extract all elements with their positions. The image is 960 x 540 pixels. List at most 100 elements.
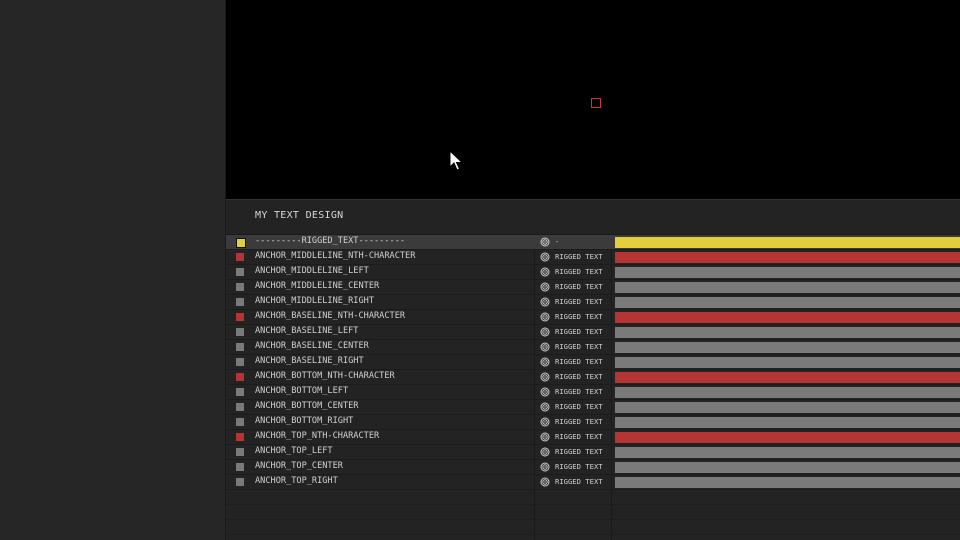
layer-row[interactable]: ANCHOR_TOP_NTH-CHARACTER RIGGED TEXT [226,430,960,445]
layer-parent[interactable]: RIGGED TEXT [555,417,603,426]
layer-name[interactable]: ANCHOR_BOTTOM_NTH-CHARACTER [255,371,395,381]
layer-parent[interactable]: RIGGED TEXT [555,297,603,306]
layer-parent[interactable]: - [555,237,559,246]
pickwhip-icon[interactable] [540,237,550,247]
layer-duration-bar[interactable] [615,252,960,263]
layer-row[interactable]: ANCHOR_BOTTOM_RIGHT RIGGED TEXT [226,415,960,430]
layer-name[interactable]: ANCHOR_MIDDLELINE_LEFT [255,266,369,276]
layer-row[interactable]: ANCHOR_MIDDLELINE_RIGHT RIGGED TEXT [226,295,960,310]
layer-parent[interactable]: RIGGED TEXT [555,252,603,261]
pickwhip-icon[interactable] [540,252,550,262]
layer-duration-bar[interactable] [615,357,960,368]
layer-label-color-swatch[interactable] [236,448,244,456]
layer-name[interactable]: ANCHOR_MIDDLELINE_RIGHT [255,296,374,306]
layer-name[interactable]: ANCHOR_TOP_NTH-CHARACTER [255,431,379,441]
layer-label-color-swatch[interactable] [236,358,244,366]
layer-parent[interactable]: RIGGED TEXT [555,387,603,396]
anchor-point-marker[interactable] [591,98,601,108]
pickwhip-icon[interactable] [540,372,550,382]
layer-label-color-swatch[interactable] [236,478,244,486]
pickwhip-icon[interactable] [540,462,550,472]
pickwhip-icon[interactable] [540,417,550,427]
pickwhip-icon[interactable] [540,357,550,367]
layer-duration-bar[interactable] [615,372,960,383]
layer-parent[interactable]: RIGGED TEXT [555,447,603,456]
layer-label-color-swatch[interactable] [236,253,244,261]
layer-name[interactable]: ANCHOR_TOP_LEFT [255,446,333,456]
layer-duration-bar[interactable] [615,432,960,443]
layer-label-color-swatch[interactable] [236,463,244,471]
pickwhip-icon[interactable] [540,297,550,307]
layer-label-color-swatch[interactable] [236,328,244,336]
pickwhip-icon[interactable] [540,447,550,457]
layer-row[interactable]: ANCHOR_BASELINE_RIGHT RIGGED TEXT [226,355,960,370]
layer-parent[interactable]: RIGGED TEXT [555,282,603,291]
layer-parent[interactable]: RIGGED TEXT [555,372,603,381]
layer-label-color-swatch[interactable] [236,418,244,426]
layer-duration-bar[interactable] [615,342,960,353]
layer-parent[interactable]: RIGGED TEXT [555,342,603,351]
layer-name[interactable]: ANCHOR_BASELINE_LEFT [255,326,358,336]
layer-label-color-swatch[interactable] [236,283,244,291]
layer-row[interactable]: ANCHOR_TOP_CENTER RIGGED TEXT [226,460,960,475]
layer-label-color-swatch[interactable] [236,313,244,321]
layer-name[interactable]: ANCHOR_MIDDLELINE_NTH-CHARACTER [255,251,415,261]
layer-duration-bar[interactable] [615,312,960,323]
layer-row[interactable]: ANCHOR_TOP_LEFT RIGGED TEXT [226,445,960,460]
layer-parent[interactable]: RIGGED TEXT [555,432,603,441]
layer-duration-bar[interactable] [615,462,960,473]
layer-label-color-swatch[interactable] [236,238,246,248]
layer-parent[interactable]: RIGGED TEXT [555,357,603,366]
layer-label-color-swatch[interactable] [236,268,244,276]
layer-name[interactable]: ANCHOR_TOP_CENTER [255,461,343,471]
layer-name[interactable]: ANCHOR_BASELINE_NTH-CHARACTER [255,311,405,321]
layer-duration-bar[interactable] [615,447,960,458]
layer-name[interactable]: ANCHOR_BASELINE_RIGHT [255,356,364,366]
layer-duration-bar[interactable] [615,387,960,398]
layer-label-color-swatch[interactable] [236,388,244,396]
pickwhip-icon[interactable] [540,477,550,487]
layer-row[interactable]: ANCHOR_BASELINE_NTH-CHARACTER RIGGED TEXT [226,310,960,325]
layer-row[interactable]: ANCHOR_BASELINE_LEFT RIGGED TEXT [226,325,960,340]
layer-duration-bar[interactable] [615,477,960,488]
pickwhip-icon[interactable] [540,432,550,442]
composition-viewer[interactable] [226,0,960,200]
layer-row[interactable]: ANCHOR_MIDDLELINE_NTH-CHARACTER RIGGED TE… [226,250,960,265]
layer-duration-bar[interactable] [615,417,960,428]
layer-parent[interactable]: RIGGED TEXT [555,402,603,411]
layer-label-color-swatch[interactable] [236,373,244,381]
layer-parent[interactable]: RIGGED TEXT [555,267,603,276]
layer-duration-bar[interactable] [615,402,960,413]
layer-duration-bar[interactable] [615,237,960,248]
layer-row[interactable]: ANCHOR_BOTTOM_CENTER RIGGED TEXT [226,400,960,415]
layer-name[interactable]: ANCHOR_BASELINE_CENTER [255,341,369,351]
layer-row[interactable]: ANCHOR_BASELINE_CENTER RIGGED TEXT [226,340,960,355]
layer-row[interactable]: ANCHOR_MIDDLELINE_CENTER RIGGED TEXT [226,280,960,295]
pickwhip-icon[interactable] [540,267,550,277]
pickwhip-icon[interactable] [540,282,550,292]
layer-name[interactable]: ANCHOR_TOP_RIGHT [255,476,338,486]
layer-row[interactable]: ANCHOR_BOTTOM_NTH-CHARACTER RIGGED TEXT [226,370,960,385]
layer-parent[interactable]: RIGGED TEXT [555,477,603,486]
pickwhip-icon[interactable] [540,387,550,397]
layer-name[interactable]: ANCHOR_BOTTOM_CENTER [255,401,358,411]
layer-name[interactable]: ANCHOR_MIDDLELINE_CENTER [255,281,379,291]
layer-row[interactable]: ANCHOR_TOP_RIGHT RIGGED TEXT [226,475,960,490]
pickwhip-icon[interactable] [540,402,550,412]
layer-label-color-swatch[interactable] [236,433,244,441]
pickwhip-icon[interactable] [540,312,550,322]
layer-row[interactable]: ANCHOR_MIDDLELINE_LEFT RIGGED TEXT [226,265,960,280]
layer-name[interactable]: ---------RIGGED_TEXT--------- [255,236,405,246]
layer-parent[interactable]: RIGGED TEXT [555,327,603,336]
layer-duration-bar[interactable] [615,297,960,308]
layer-parent[interactable]: RIGGED TEXT [555,312,603,321]
pickwhip-icon[interactable] [540,342,550,352]
layer-row[interactable]: ---------RIGGED_TEXT--------- - [226,235,960,250]
layer-label-color-swatch[interactable] [236,343,244,351]
layer-label-color-swatch[interactable] [236,403,244,411]
layer-duration-bar[interactable] [615,327,960,338]
layer-label-color-swatch[interactable] [236,298,244,306]
layer-duration-bar[interactable] [615,267,960,278]
layer-duration-bar[interactable] [615,282,960,293]
layer-name[interactable]: ANCHOR_BOTTOM_LEFT [255,386,348,396]
